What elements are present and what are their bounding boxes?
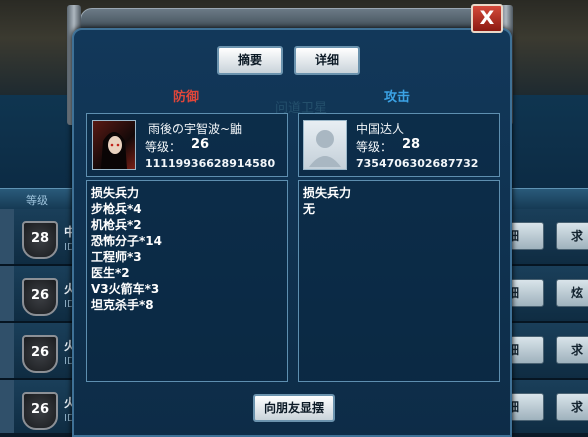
list-item: 工程师*3 (91, 250, 142, 264)
defense-losses-panel: 损失兵力 步枪兵*4 机枪兵*2 恐怖分子*14 工程师*3 医生*2 V3火箭… (86, 180, 288, 382)
attack-level-label: 等级： (356, 140, 393, 154)
defense-avatar (92, 120, 136, 170)
attack-player-card: 中国达人 等级： 28 7354706302687732 (298, 113, 500, 177)
attack-losses-panel: 损失兵力 无 (298, 180, 500, 382)
row-extra-button[interactable]: 求 (556, 222, 588, 250)
list-item: 坦克杀手*8 (91, 298, 154, 312)
defense-level-label: 等级： (145, 140, 182, 154)
row-extra-button[interactable]: 求 (556, 393, 588, 421)
attack-player-name: 中国达人 (356, 122, 405, 136)
row-extra-button[interactable]: 炫 (556, 279, 588, 307)
defense-side-label: 防御 (173, 90, 200, 105)
list-item: 无 (303, 202, 316, 216)
level-badge: 26 (22, 392, 58, 430)
defense-loss-list: 损失兵力 步枪兵*4 机枪兵*2 恐怖分子*14 工程师*3 医生*2 V3火箭… (91, 185, 162, 313)
defense-level-value: 26 (191, 137, 210, 152)
attack-level-value: 28 (402, 137, 421, 152)
list-item: 机枪兵*2 (91, 218, 142, 232)
row-extra-button[interactable]: 求 (556, 336, 588, 364)
defense-player-card: 雨後の宇智波~鼬 等级： 26 11119936628914580 (86, 113, 288, 177)
level-badge: 26 (22, 335, 58, 373)
defense-player-name: 雨後の宇智波~鼬 (148, 122, 243, 136)
list-item: 恐怖分子*14 (91, 234, 162, 248)
level-badge: 28 (22, 221, 58, 259)
tab-detail[interactable]: 详细 (294, 46, 360, 75)
share-to-friends-button[interactable]: 向朋友显摆 (253, 394, 335, 422)
attack-loss-list: 损失兵力 无 (303, 185, 351, 217)
level-badge: 26 (22, 278, 58, 316)
defense-player-id: 11119936628914580 (145, 157, 276, 170)
header-level-label: 等级 (26, 194, 48, 207)
attack-side-label: 攻击 (384, 90, 411, 105)
list-item: 步枪兵*4 (91, 202, 142, 216)
list-item: 医生*2 (91, 266, 130, 280)
default-avatar-icon (303, 120, 347, 170)
list-item: V3火箭车*3 (91, 282, 160, 296)
attack-loss-title: 损失兵力 (303, 186, 352, 200)
attack-player-id: 7354706302687732 (356, 157, 479, 170)
close-button[interactable]: X (471, 4, 503, 33)
tab-summary[interactable]: 摘要 (217, 46, 283, 75)
defense-loss-title: 损失兵力 (91, 186, 140, 200)
